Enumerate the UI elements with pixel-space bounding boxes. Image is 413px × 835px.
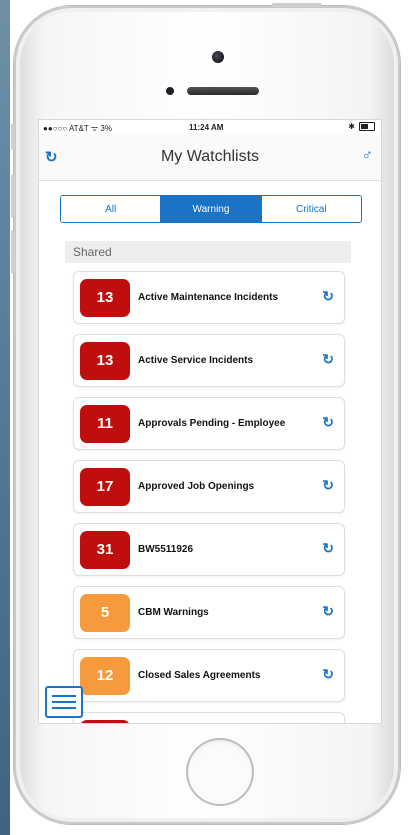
refresh-icon[interactable]: ↻ bbox=[322, 540, 334, 557]
watchlist-item[interactable]: 11 Approvals Pending - Employee ↻ bbox=[73, 397, 345, 450]
proximity-sensor bbox=[166, 87, 174, 95]
count-badge: 17 bbox=[80, 467, 130, 506]
watchlist-item-label: Approvals Pending - Employee bbox=[138, 418, 286, 429]
watchlist-item[interactable]: 12 Closed Sales Agreements ↻ bbox=[73, 649, 345, 702]
watchlist-item[interactable]: 13 Active Maintenance Incidents ↻ bbox=[73, 271, 345, 324]
refresh-icon[interactable]: ↻ bbox=[322, 666, 334, 683]
watchlist-item-label: CBM Warnings bbox=[138, 607, 209, 618]
watchlist-item-label: BW5511926 bbox=[138, 544, 194, 555]
count-badge: 12 bbox=[80, 656, 130, 695]
menu-button[interactable] bbox=[45, 686, 83, 718]
count-badge: 6 bbox=[80, 719, 130, 723]
bluetooth-icon: ✱ bbox=[348, 122, 355, 131]
power-button bbox=[272, 3, 322, 7]
mute-switch bbox=[11, 124, 15, 150]
status-time: 11:24 AM bbox=[189, 123, 224, 132]
refresh-icon[interactable]: ↻ bbox=[322, 414, 334, 431]
watchlist-item[interactable]: 17 Approved Job Openings ↻ bbox=[73, 460, 345, 513]
count-badge: 31 bbox=[80, 530, 130, 569]
refresh-icon[interactable]: ↻ bbox=[322, 477, 334, 494]
earpiece-speaker bbox=[187, 87, 259, 95]
watchlist-item-label: Active Maintenance Incidents bbox=[138, 292, 279, 303]
watchlist-item-label: Closed Sales Agreements bbox=[138, 670, 261, 681]
watchlist-list: 13 Active Maintenance Incidents ↻ 13 Act… bbox=[73, 271, 345, 723]
tab-critical[interactable]: Critical bbox=[260, 196, 361, 222]
count-badge: 11 bbox=[80, 404, 130, 443]
watchlist-item-label: Active Service Incidents bbox=[138, 355, 254, 366]
volume-down-button bbox=[11, 230, 15, 274]
refresh-icon[interactable]: ↻ bbox=[322, 351, 334, 368]
refresh-icon[interactable]: ↻ bbox=[322, 288, 334, 305]
count-badge: 5 bbox=[80, 593, 130, 632]
hamburger-line bbox=[52, 695, 76, 697]
app-screen: ●●○○○ AT&T ᯤ 3% 11:24 AM ✱ ↻ My Watchlis… bbox=[38, 119, 382, 724]
battery-icon bbox=[359, 122, 375, 131]
hamburger-line bbox=[52, 701, 76, 703]
hamburger-line bbox=[52, 707, 76, 709]
settings-icon[interactable]: ♂ bbox=[362, 147, 373, 164]
count-badge: 13 bbox=[80, 341, 130, 380]
watchlist-item[interactable]: 13 Active Service Incidents ↻ bbox=[73, 334, 345, 387]
navigation-bar: ↻ My Watchlists ♂ bbox=[39, 134, 381, 181]
section-header-shared: Shared bbox=[65, 241, 351, 263]
tab-warning[interactable]: Warning bbox=[160, 196, 261, 222]
refresh-icon[interactable]: ↻ bbox=[322, 603, 334, 620]
status-bar: ●●○○○ AT&T ᯤ 3% 11:24 AM ✱ bbox=[39, 120, 381, 134]
home-button[interactable] bbox=[186, 738, 254, 806]
status-right: ✱ bbox=[348, 122, 375, 131]
front-camera bbox=[212, 51, 224, 63]
count-badge: 13 bbox=[80, 278, 130, 317]
watchlist-item-label: Approved Job Openings bbox=[138, 481, 255, 492]
tab-all[interactable]: All bbox=[61, 196, 161, 222]
background-strip bbox=[0, 0, 10, 835]
filter-segmented-control: All Warning Critical bbox=[60, 195, 362, 223]
carrier-signal: ●●○○○ AT&T ᯤ 3% bbox=[43, 124, 112, 133]
watchlist-item[interactable]: 31 BW5511926 ↻ bbox=[73, 523, 345, 576]
watchlist-item[interactable]: 5 CBM Warnings ↻ bbox=[73, 586, 345, 639]
page-title: My Watchlists bbox=[160, 148, 260, 165]
volume-up-button bbox=[11, 174, 15, 218]
watchlist-item[interactable]: 6 ↻ bbox=[73, 712, 345, 723]
